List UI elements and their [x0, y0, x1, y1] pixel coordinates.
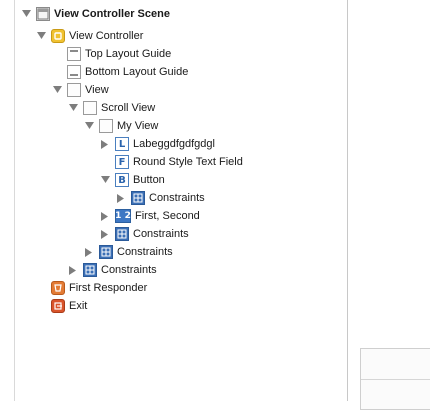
- tree-row-bottom-layout-guide[interactable]: Bottom Layout Guide: [52, 63, 188, 81]
- disclosure-open-icon[interactable]: [68, 103, 78, 113]
- disclosure-closed-icon[interactable]: [68, 265, 78, 275]
- disclosure-closed-icon[interactable]: [100, 211, 110, 221]
- bottom-layout-guide-label: Bottom Layout Guide: [85, 66, 189, 78]
- first-responder-icon: [51, 281, 65, 295]
- top-layout-guide-label: Top Layout Guide: [85, 48, 172, 60]
- tree-row-first-responder[interactable]: First Responder: [36, 279, 147, 297]
- scroll-view-label: Scroll View: [101, 102, 156, 114]
- tree-row-view-constraints[interactable]: Constraints: [68, 261, 157, 279]
- button-label: Button: [133, 174, 165, 186]
- tree-row-button-constraints[interactable]: Constraints: [116, 189, 205, 207]
- top-layout-guide-icon: [67, 47, 81, 61]
- tree-row-segmented-control[interactable]: 1 2 First, Second: [100, 207, 200, 225]
- view-icon: [67, 83, 81, 97]
- disclosure-closed-icon[interactable]: [116, 193, 126, 203]
- label-item-label: Labeggdfgdfgdgl: [133, 138, 215, 150]
- my-view-label: My View: [117, 120, 159, 132]
- document-outline: View Controller Scene View Controller To…: [0, 0, 347, 401]
- segmented-control-label: First, Second: [135, 210, 200, 222]
- text-field-label: Round Style Text Field: [133, 156, 243, 168]
- view-label: View: [85, 84, 109, 96]
- scroll-view-icon: [83, 101, 97, 115]
- tree-row-button[interactable]: B Button: [100, 171, 165, 189]
- tree-row-scroll-view[interactable]: Scroll View: [68, 99, 155, 117]
- outline-gutter-line: [14, 0, 15, 401]
- tree-row-my-view[interactable]: My View: [84, 117, 158, 135]
- view-controller-label: View Controller: [69, 30, 144, 42]
- tree-row-label[interactable]: L Labeggdfgdfgdgl: [100, 135, 215, 153]
- disclosure-open-icon[interactable]: [100, 175, 110, 185]
- tree-row-text-field[interactable]: F Round Style Text Field: [100, 153, 243, 171]
- label-icon: L: [115, 137, 129, 151]
- constraints-icon: [131, 191, 145, 205]
- disclosure-closed-icon[interactable]: [100, 229, 110, 239]
- disclosure-open-icon[interactable]: [84, 121, 94, 131]
- tree-row-scene[interactable]: View Controller Scene: [21, 5, 170, 23]
- tree-row-view-controller[interactable]: View Controller: [36, 27, 143, 45]
- button-constraints-label: Constraints: [149, 192, 205, 204]
- disclosure-open-icon[interactable]: [21, 9, 31, 19]
- disclosure-closed-icon[interactable]: [84, 247, 94, 257]
- scene-icon: [36, 7, 50, 21]
- view-constraints-label: Constraints: [101, 264, 157, 276]
- tree-row-my-view-constraints[interactable]: Constraints: [100, 225, 189, 243]
- tree-row-top-layout-guide[interactable]: Top Layout Guide: [52, 45, 171, 63]
- disclosure-open-icon[interactable]: [52, 85, 62, 95]
- bottom-layout-guide-icon: [67, 65, 81, 79]
- canvas-scene-divider: [361, 379, 430, 380]
- tree-row-exit[interactable]: Exit: [36, 297, 87, 315]
- disclosure-closed-icon[interactable]: [100, 139, 110, 149]
- constraints-icon: [115, 227, 129, 241]
- constraints-icon: [99, 245, 113, 259]
- my-view-icon: [99, 119, 113, 133]
- text-field-icon: F: [115, 155, 129, 169]
- scroll-view-constraints-label: Constraints: [117, 246, 173, 258]
- exit-icon: [51, 299, 65, 313]
- disclosure-open-icon[interactable]: [36, 31, 46, 41]
- my-view-constraints-label: Constraints: [133, 228, 189, 240]
- scene-label: View Controller Scene: [54, 8, 170, 20]
- constraints-icon: [83, 263, 97, 277]
- exit-label: Exit: [69, 300, 88, 312]
- first-responder-label: First Responder: [69, 282, 148, 294]
- segmented-control-icon: 1 2: [115, 209, 131, 223]
- tree-row-view[interactable]: View: [52, 81, 109, 99]
- storyboard-canvas[interactable]: [348, 0, 430, 410]
- view-controller-icon: [51, 29, 65, 43]
- tree-row-scroll-view-constraints[interactable]: Constraints: [84, 243, 173, 261]
- button-icon: B: [115, 173, 129, 187]
